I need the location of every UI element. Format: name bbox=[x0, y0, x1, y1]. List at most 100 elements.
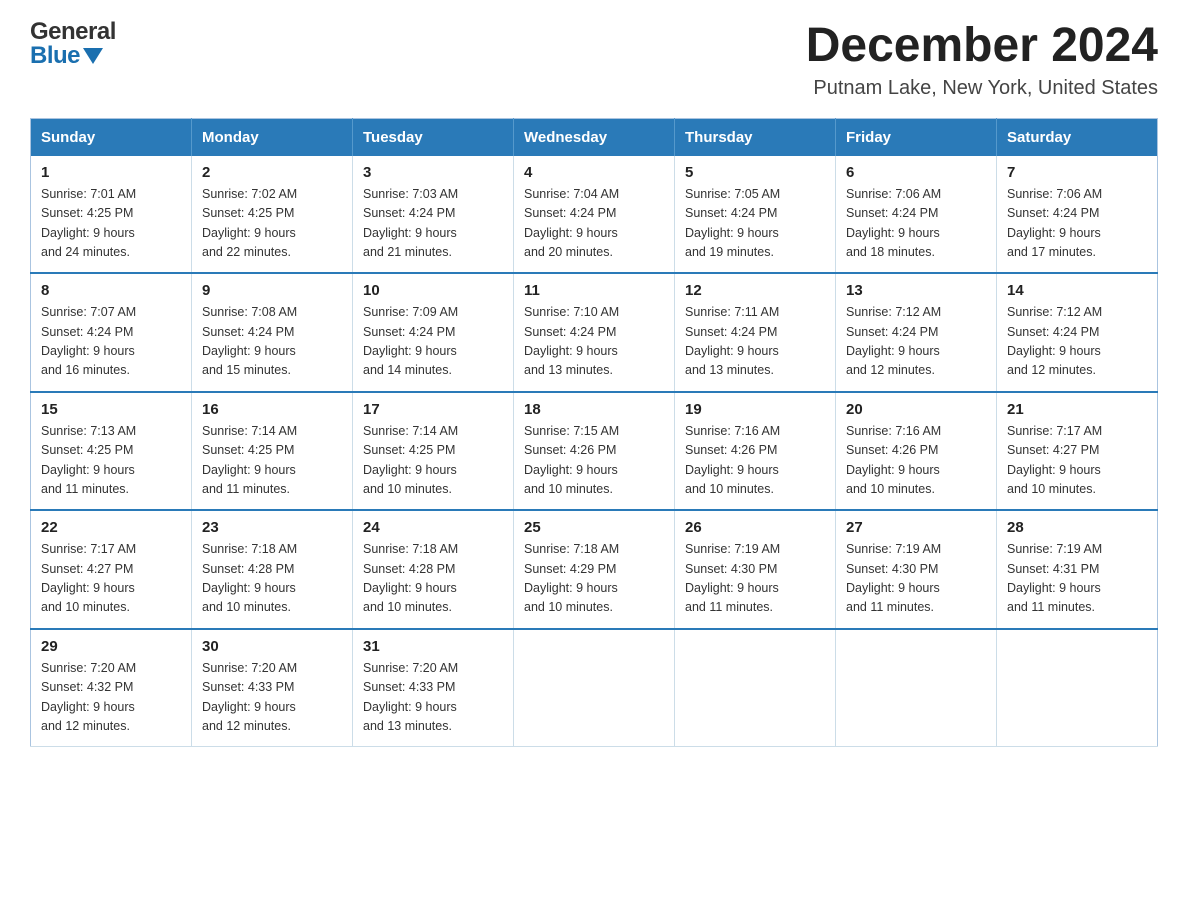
day-number: 31 bbox=[363, 638, 503, 655]
day-number: 30 bbox=[202, 638, 342, 655]
month-title: December 2024 bbox=[806, 20, 1158, 73]
day-info: Sunrise: 7:19 AMSunset: 4:30 PMDaylight:… bbox=[685, 542, 780, 614]
day-info: Sunrise: 7:06 AMSunset: 4:24 PMDaylight:… bbox=[1007, 187, 1102, 259]
calendar-cell: 30 Sunrise: 7:20 AMSunset: 4:33 PMDayligh… bbox=[192, 629, 353, 747]
calendar-cell: 2Sunrise: 7:02 AMSunset: 4:25 PMDaylight… bbox=[192, 156, 353, 274]
day-info: Sunrise: 7:15 AMSunset: 4:26 PMDaylight:… bbox=[524, 424, 619, 496]
calendar-cell: 28 Sunrise: 7:19 AMSunset: 4:31 PMDayligh… bbox=[997, 510, 1158, 629]
calendar-cell: 23 Sunrise: 7:18 AMSunset: 4:28 PMDayligh… bbox=[192, 510, 353, 629]
calendar-table: SundayMondayTuesdayWednesdayThursdayFrid… bbox=[30, 118, 1158, 748]
day-number: 5 bbox=[685, 164, 825, 181]
calendar-cell: 13 Sunrise: 7:12 AMSunset: 4:24 PMDayligh… bbox=[836, 273, 997, 392]
day-number: 28 bbox=[1007, 519, 1147, 536]
day-info: Sunrise: 7:19 AMSunset: 4:31 PMDaylight:… bbox=[1007, 542, 1102, 614]
day-number: 12 bbox=[685, 282, 825, 299]
day-info: Sunrise: 7:06 AMSunset: 4:24 PMDaylight:… bbox=[846, 187, 941, 259]
day-number: 13 bbox=[846, 282, 986, 299]
calendar-cell: 14 Sunrise: 7:12 AMSunset: 4:24 PMDayligh… bbox=[997, 273, 1158, 392]
col-header-saturday: Saturday bbox=[997, 118, 1158, 156]
day-info: Sunrise: 7:14 AMSunset: 4:25 PMDaylight:… bbox=[363, 424, 458, 496]
day-info: Sunrise: 7:20 AMSunset: 4:33 PMDaylight:… bbox=[202, 661, 297, 733]
day-number: 16 bbox=[202, 401, 342, 418]
day-info: Sunrise: 7:08 AMSunset: 4:24 PMDaylight:… bbox=[202, 305, 297, 377]
calendar-cell bbox=[997, 629, 1158, 747]
calendar-cell: 22 Sunrise: 7:17 AMSunset: 4:27 PMDayligh… bbox=[31, 510, 192, 629]
calendar-cell: 16 Sunrise: 7:14 AMSunset: 4:25 PMDayligh… bbox=[192, 392, 353, 511]
day-info: Sunrise: 7:11 AMSunset: 4:24 PMDaylight:… bbox=[685, 305, 779, 377]
day-info: Sunrise: 7:07 AMSunset: 4:24 PMDaylight:… bbox=[41, 305, 136, 377]
col-header-thursday: Thursday bbox=[675, 118, 836, 156]
day-info: Sunrise: 7:16 AMSunset: 4:26 PMDaylight:… bbox=[685, 424, 780, 496]
col-header-sunday: Sunday bbox=[31, 118, 192, 156]
calendar-header-row: SundayMondayTuesdayWednesdayThursdayFrid… bbox=[31, 118, 1158, 156]
col-header-tuesday: Tuesday bbox=[353, 118, 514, 156]
calendar-cell: 24Sunrise: 7:18 AMSunset: 4:28 PMDayligh… bbox=[353, 510, 514, 629]
day-number: 15 bbox=[41, 401, 181, 418]
calendar-cell: 27 Sunrise: 7:19 AMSunset: 4:30 PMDayligh… bbox=[836, 510, 997, 629]
day-number: 9 bbox=[202, 282, 342, 299]
calendar-cell: 4 Sunrise: 7:04 AMSunset: 4:24 PMDaylight… bbox=[514, 156, 675, 274]
day-info: Sunrise: 7:19 AMSunset: 4:30 PMDaylight:… bbox=[846, 542, 941, 614]
calendar-week-row: 1Sunrise: 7:01 AMSunset: 4:25 PMDaylight… bbox=[31, 156, 1158, 274]
calendar-cell: 31 Sunrise: 7:20 AMSunset: 4:33 PMDayligh… bbox=[353, 629, 514, 747]
calendar-cell: 19 Sunrise: 7:16 AMSunset: 4:26 PMDayligh… bbox=[675, 392, 836, 511]
day-info: Sunrise: 7:13 AMSunset: 4:25 PMDaylight:… bbox=[41, 424, 136, 496]
col-header-monday: Monday bbox=[192, 118, 353, 156]
day-info: Sunrise: 7:02 AMSunset: 4:25 PMDaylight:… bbox=[202, 187, 297, 259]
day-info: Sunrise: 7:05 AMSunset: 4:24 PMDaylight:… bbox=[685, 187, 780, 259]
location-title: Putnam Lake, New York, United States bbox=[806, 77, 1158, 100]
day-number: 7 bbox=[1007, 164, 1147, 181]
day-number: 14 bbox=[1007, 282, 1147, 299]
logo-text: General Blue bbox=[30, 20, 116, 68]
logo-blue: Blue bbox=[30, 44, 80, 68]
day-info: Sunrise: 7:17 AMSunset: 4:27 PMDaylight:… bbox=[1007, 424, 1102, 496]
day-number: 8 bbox=[41, 282, 181, 299]
day-number: 17 bbox=[363, 401, 503, 418]
day-number: 11 bbox=[524, 282, 664, 299]
calendar-cell: 21Sunrise: 7:17 AMSunset: 4:27 PMDayligh… bbox=[997, 392, 1158, 511]
day-number: 1 bbox=[41, 164, 181, 181]
day-info: Sunrise: 7:14 AMSunset: 4:25 PMDaylight:… bbox=[202, 424, 297, 496]
day-number: 27 bbox=[846, 519, 986, 536]
title-block: December 2024 Putnam Lake, New York, Uni… bbox=[806, 20, 1158, 100]
day-number: 19 bbox=[685, 401, 825, 418]
day-info: Sunrise: 7:09 AMSunset: 4:24 PMDaylight:… bbox=[363, 305, 458, 377]
day-info: Sunrise: 7:18 AMSunset: 4:28 PMDaylight:… bbox=[202, 542, 297, 614]
calendar-cell: 9 Sunrise: 7:08 AMSunset: 4:24 PMDaylight… bbox=[192, 273, 353, 392]
calendar-cell: 10 Sunrise: 7:09 AMSunset: 4:24 PMDayligh… bbox=[353, 273, 514, 392]
day-number: 6 bbox=[846, 164, 986, 181]
calendar-cell bbox=[514, 629, 675, 747]
day-number: 10 bbox=[363, 282, 503, 299]
calendar-cell: 7 Sunrise: 7:06 AMSunset: 4:24 PMDaylight… bbox=[997, 156, 1158, 274]
calendar-cell: 26Sunrise: 7:19 AMSunset: 4:30 PMDayligh… bbox=[675, 510, 836, 629]
day-info: Sunrise: 7:12 AMSunset: 4:24 PMDaylight:… bbox=[1007, 305, 1102, 377]
day-number: 20 bbox=[846, 401, 986, 418]
calendar-cell: 18Sunrise: 7:15 AMSunset: 4:26 PMDayligh… bbox=[514, 392, 675, 511]
day-info: Sunrise: 7:12 AMSunset: 4:24 PMDaylight:… bbox=[846, 305, 941, 377]
day-number: 3 bbox=[363, 164, 503, 181]
day-number: 24 bbox=[363, 519, 503, 536]
calendar-cell bbox=[675, 629, 836, 747]
calendar-cell: 6 Sunrise: 7:06 AMSunset: 4:24 PMDaylight… bbox=[836, 156, 997, 274]
day-number: 25 bbox=[524, 519, 664, 536]
day-info: Sunrise: 7:04 AMSunset: 4:24 PMDaylight:… bbox=[524, 187, 619, 259]
calendar-cell: 15 Sunrise: 7:13 AMSunset: 4:25 PMDayligh… bbox=[31, 392, 192, 511]
day-info: Sunrise: 7:18 AMSunset: 4:29 PMDaylight:… bbox=[524, 542, 619, 614]
calendar-cell: 29Sunrise: 7:20 AMSunset: 4:32 PMDayligh… bbox=[31, 629, 192, 747]
day-info: Sunrise: 7:17 AMSunset: 4:27 PMDaylight:… bbox=[41, 542, 136, 614]
day-info: Sunrise: 7:10 AMSunset: 4:24 PMDaylight:… bbox=[524, 305, 619, 377]
calendar-week-row: 15 Sunrise: 7:13 AMSunset: 4:25 PMDayligh… bbox=[31, 392, 1158, 511]
day-number: 22 bbox=[41, 519, 181, 536]
logo-general: General bbox=[30, 20, 116, 44]
calendar-cell: 3Sunrise: 7:03 AMSunset: 4:24 PMDaylight… bbox=[353, 156, 514, 274]
calendar-week-row: 8 Sunrise: 7:07 AMSunset: 4:24 PMDaylight… bbox=[31, 273, 1158, 392]
day-info: Sunrise: 7:20 AMSunset: 4:33 PMDaylight:… bbox=[363, 661, 458, 733]
day-number: 4 bbox=[524, 164, 664, 181]
calendar-cell: 1Sunrise: 7:01 AMSunset: 4:25 PMDaylight… bbox=[31, 156, 192, 274]
calendar-cell: 5 Sunrise: 7:05 AMSunset: 4:24 PMDaylight… bbox=[675, 156, 836, 274]
calendar-week-row: 29Sunrise: 7:20 AMSunset: 4:32 PMDayligh… bbox=[31, 629, 1158, 747]
logo: General Blue bbox=[30, 20, 116, 68]
calendar-cell bbox=[836, 629, 997, 747]
col-header-wednesday: Wednesday bbox=[514, 118, 675, 156]
day-number: 23 bbox=[202, 519, 342, 536]
